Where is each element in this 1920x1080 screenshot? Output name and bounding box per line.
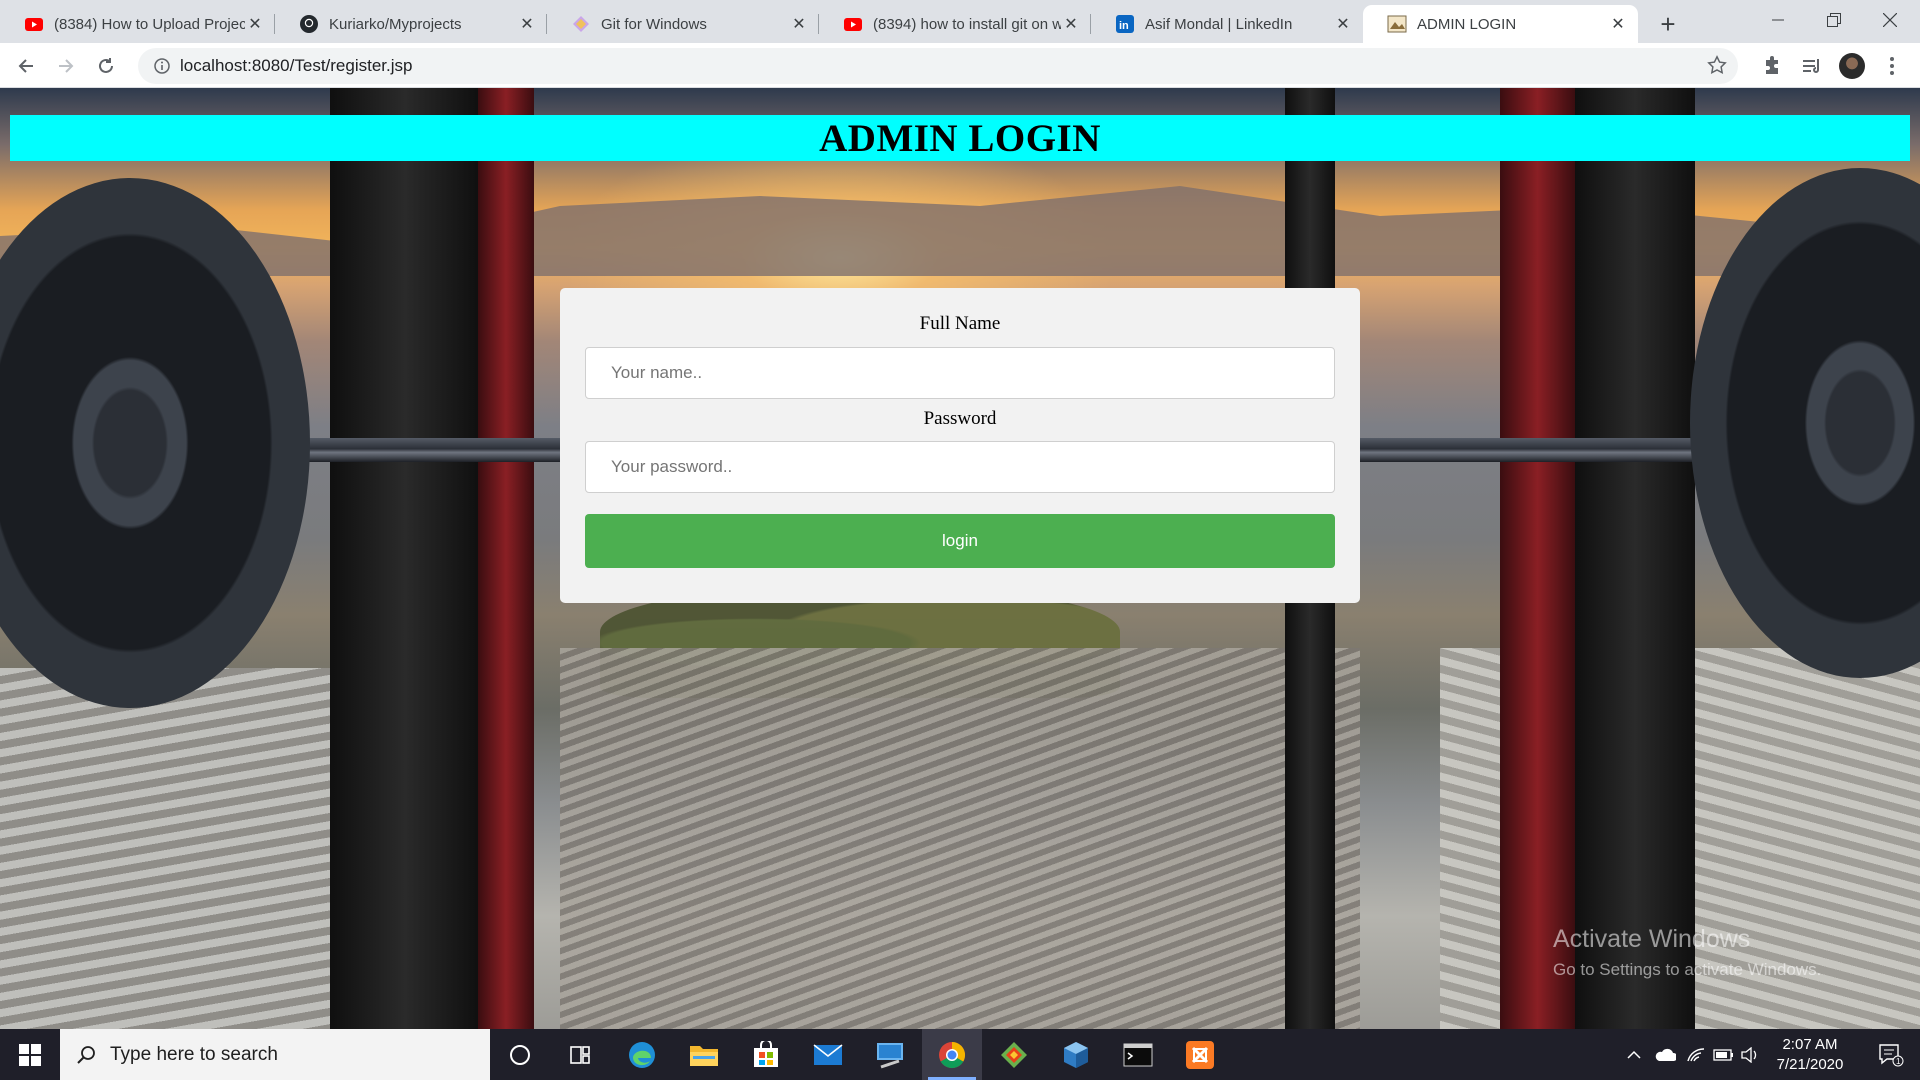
- close-icon[interactable]: ✕: [1333, 14, 1353, 34]
- file-explorer-icon[interactable]: [674, 1029, 734, 1080]
- close-icon[interactable]: ✕: [789, 14, 809, 34]
- background-roof: [560, 648, 1360, 1029]
- volume-icon[interactable]: [1738, 1029, 1762, 1080]
- cortana-icon[interactable]: [490, 1029, 550, 1080]
- tab-title: ADMIN LOGIN: [1417, 15, 1517, 33]
- url-text[interactable]: localhost:8080/Test/register.jsp: [180, 56, 412, 76]
- tab-admin-login[interactable]: ADMIN LOGIN ✕: [1363, 5, 1638, 43]
- youtube-icon: [24, 14, 44, 34]
- taskbar-search-box[interactable]: Type here to search: [60, 1029, 490, 1080]
- show-hidden-icons-icon[interactable]: [1620, 1029, 1648, 1080]
- close-icon[interactable]: ✕: [517, 14, 537, 34]
- linkedin-icon: in: [1115, 14, 1135, 34]
- clock-time: 2:07 AM: [1782, 1036, 1838, 1053]
- site-info-icon[interactable]: [144, 58, 180, 74]
- tab-title: (8394) how to install git on w: [873, 15, 1061, 33]
- tab-title: Asif Mondal | LinkedIn: [1145, 15, 1293, 33]
- edge-icon[interactable]: [612, 1029, 672, 1080]
- clock-date: 7/21/2020: [1776, 1056, 1844, 1073]
- avatar: [1839, 53, 1865, 79]
- password-input[interactable]: [585, 441, 1335, 493]
- rack-post-left-red: [478, 88, 534, 1029]
- store-icon[interactable]: [736, 1029, 796, 1080]
- desktop-app-icon[interactable]: [860, 1029, 920, 1080]
- onedrive-icon[interactable]: [1650, 1029, 1680, 1080]
- git-gui-icon[interactable]: [984, 1029, 1044, 1080]
- reload-icon[interactable]: [90, 50, 122, 82]
- windows-logo-icon: [19, 1043, 41, 1066]
- profile-avatar[interactable]: [1836, 50, 1868, 82]
- close-icon[interactable]: ✕: [1061, 14, 1081, 34]
- minimize-icon[interactable]: [1750, 0, 1806, 40]
- page-header-band: ADMIN LOGIN: [10, 115, 1910, 161]
- back-icon[interactable]: [10, 50, 42, 82]
- task-view-icon[interactable]: [550, 1029, 610, 1080]
- page-title: ADMIN LOGIN: [819, 116, 1101, 160]
- search-icon: [77, 1045, 95, 1064]
- restore-icon[interactable]: [1806, 0, 1862, 40]
- forward-icon[interactable]: [50, 50, 82, 82]
- bookmark-star-icon[interactable]: [1706, 54, 1728, 81]
- virtualbox-icon[interactable]: [1046, 1029, 1106, 1080]
- browser-toolbar: localhost:8080/Test/register.jsp: [0, 43, 1920, 88]
- tab-title: Kuriarko/Myprojects: [329, 15, 462, 33]
- page-icon: [1387, 14, 1407, 34]
- rack-post-right: [1575, 88, 1695, 1029]
- address-bar[interactable]: localhost:8080/Test/register.jsp: [138, 48, 1738, 84]
- page-viewport: ADMIN LOGIN Full Name Password login Act…: [0, 88, 1920, 1029]
- full-name-label: Full Name: [919, 313, 1001, 334]
- tab-linkedin[interactable]: in Asif Mondal | LinkedIn ✕: [1091, 5, 1363, 43]
- rack-post-right-red: [1500, 88, 1575, 1029]
- terminal-icon[interactable]: [1108, 1029, 1168, 1080]
- menu-kebab-icon[interactable]: [1876, 50, 1908, 82]
- youtube-icon: [843, 14, 863, 34]
- mail-icon[interactable]: [798, 1029, 858, 1080]
- tab-github[interactable]: Kuriarko/Myprojects ✕: [275, 5, 547, 43]
- tab-title: (8384) How to Upload Projec: [54, 15, 245, 33]
- tab-strip: (8384) How to Upload Projec ✕ Kuriarko/M…: [0, 0, 1920, 43]
- activate-windows-watermark: Activate Windows Go to Settings to activ…: [1553, 925, 1821, 980]
- close-icon[interactable]: ✕: [1608, 14, 1628, 34]
- battery-icon[interactable]: [1710, 1029, 1738, 1080]
- taskbar-clock[interactable]: 2:07 AM 7/21/2020: [1760, 1035, 1860, 1075]
- tab-youtube-install-git[interactable]: (8394) how to install git on w ✕: [819, 5, 1091, 43]
- login-button[interactable]: login: [585, 514, 1335, 568]
- git-icon: [571, 14, 591, 34]
- xampp-icon[interactable]: [1170, 1029, 1230, 1080]
- watermark-subtitle: Go to Settings to activate Windows.: [1553, 960, 1822, 979]
- action-center-icon[interactable]: 1: [1862, 1029, 1920, 1080]
- wifi-icon[interactable]: [1682, 1029, 1710, 1080]
- tab-title: Git for Windows: [601, 15, 707, 33]
- notification-count: 1: [1896, 1057, 1901, 1066]
- new-tab-button[interactable]: +: [1652, 8, 1684, 40]
- chrome-icon[interactable]: [922, 1029, 982, 1080]
- login-form-card: Full Name Password login: [560, 288, 1360, 603]
- rack-post-left: [330, 88, 480, 1029]
- tab-git-for-windows[interactable]: Git for Windows ✕: [547, 5, 819, 43]
- full-name-input[interactable]: [585, 347, 1335, 399]
- svg-text:in: in: [1119, 20, 1129, 32]
- github-icon: [299, 14, 319, 34]
- extensions-icon[interactable]: [1756, 50, 1788, 82]
- watermark-title: Activate Windows: [1553, 925, 1751, 953]
- close-window-icon[interactable]: [1862, 0, 1918, 40]
- tab-youtube-upload[interactable]: (8384) How to Upload Projec ✕: [0, 5, 275, 43]
- close-icon[interactable]: ✕: [245, 14, 265, 34]
- windows-taskbar: Type here to search 2:07 AM 7/21/2020 1: [0, 1029, 1920, 1080]
- search-placeholder: Type here to search: [110, 1043, 278, 1065]
- start-button[interactable]: [0, 1029, 60, 1080]
- password-label: Password: [923, 408, 997, 429]
- media-control-icon[interactable]: [1796, 50, 1828, 82]
